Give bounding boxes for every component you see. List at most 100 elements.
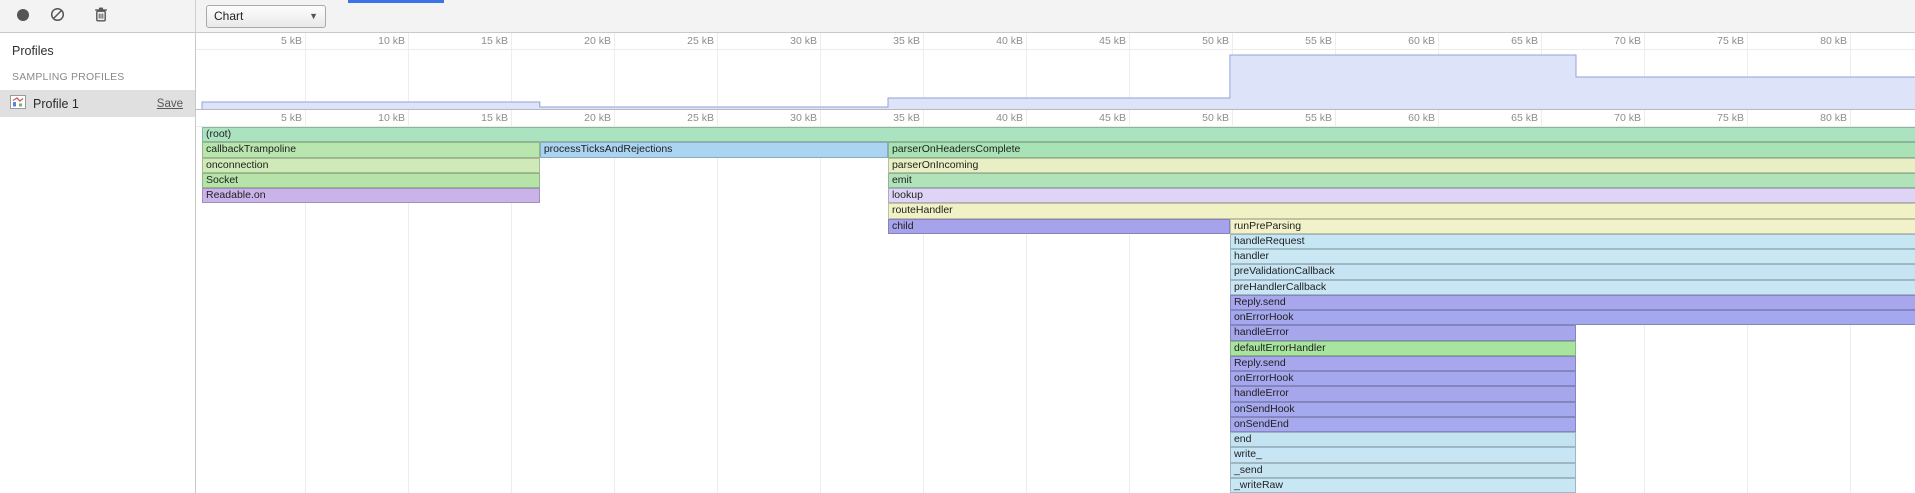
profile-icon bbox=[10, 95, 26, 112]
trash-icon bbox=[94, 7, 108, 25]
grid-line bbox=[305, 110, 306, 126]
ruler-tick-label: 60 kB bbox=[1371, 112, 1435, 124]
ruler-tick-label: 10 kB bbox=[341, 112, 405, 124]
ruler-tick-label: 25 kB bbox=[650, 35, 714, 47]
flame-frame[interactable]: handleError bbox=[1230, 325, 1576, 340]
flame-frame[interactable]: Reply.send bbox=[1230, 356, 1576, 371]
flame-frame[interactable]: routeHandler bbox=[888, 203, 1915, 218]
flame-frame[interactable]: onSendHook bbox=[1230, 402, 1576, 417]
ruler-tick-label: 45 kB bbox=[1062, 35, 1126, 47]
flame-frame[interactable]: processTicksAndRejections bbox=[540, 142, 888, 157]
grid-line bbox=[820, 33, 821, 49]
ruler-tick-label: 75 kB bbox=[1680, 112, 1744, 124]
overview-area-shape bbox=[196, 50, 1915, 110]
grid-line bbox=[1129, 110, 1130, 126]
grid-line bbox=[1438, 33, 1439, 49]
flame-frame[interactable]: onSendEnd bbox=[1230, 417, 1576, 432]
grid-line bbox=[1850, 33, 1851, 49]
grid-line bbox=[717, 127, 718, 493]
ruler-tick-label: 70 kB bbox=[1577, 112, 1641, 124]
flame-frame[interactable]: _send bbox=[1230, 463, 1576, 478]
flame-frame[interactable]: preHandlerCallback bbox=[1230, 280, 1915, 295]
grid-line bbox=[1747, 110, 1748, 126]
save-profile-link[interactable]: Save bbox=[157, 98, 183, 110]
ruler-tick-label: 10 kB bbox=[341, 35, 405, 47]
flame-frame[interactable]: _writeRaw bbox=[1230, 478, 1576, 493]
grid-line bbox=[923, 33, 924, 49]
grid-line bbox=[1438, 110, 1439, 126]
record-button[interactable] bbox=[14, 7, 32, 25]
grid-line bbox=[1129, 33, 1130, 49]
chart-panel: 5 kB 10 kB 15 kB 20 kB 25 kB 30 kB 35 kB 40 kB 4… bbox=[196, 33, 1915, 493]
flame-frame[interactable]: lookup bbox=[888, 188, 1915, 203]
flame-ruler: 5 kB10 kB15 kB20 kB25 kB30 kB35 kB40 kB4… bbox=[196, 110, 1915, 127]
view-mode-select[interactable]: Chart ▼ bbox=[206, 5, 326, 28]
flame-frame[interactable]: handler bbox=[1230, 249, 1915, 264]
flame-frame[interactable]: child bbox=[888, 219, 1230, 234]
memory-overview[interactable] bbox=[196, 50, 1915, 110]
overview-ruler: 5 kB10 kB15 kB20 kB25 kB30 kB35 kB40 kB4… bbox=[196, 33, 1915, 50]
flame-frame[interactable]: parserOnIncoming bbox=[888, 158, 1915, 173]
ruler-tick-label: 15 kB bbox=[444, 35, 508, 47]
grid-line bbox=[1850, 110, 1851, 126]
ruler-tick-label: 40 kB bbox=[959, 112, 1023, 124]
toolbar: Chart ▼ bbox=[0, 0, 1915, 33]
flame-frame[interactable]: write_ bbox=[1230, 447, 1576, 462]
grid-line bbox=[1644, 33, 1645, 49]
profile-name: Profile 1 bbox=[33, 97, 150, 111]
grid-line bbox=[614, 127, 615, 493]
flame-frame[interactable]: Socket bbox=[202, 173, 540, 188]
grid-line bbox=[820, 127, 821, 493]
ruler-tick-label: 20 kB bbox=[547, 35, 611, 47]
grid-line bbox=[717, 33, 718, 49]
grid-line bbox=[1335, 110, 1336, 126]
flame-frame[interactable]: Reply.send bbox=[1230, 295, 1915, 310]
flame-frame[interactable]: onErrorHook bbox=[1230, 310, 1915, 325]
tab-highlight-line bbox=[348, 0, 444, 3]
ruler-tick-label: 15 kB bbox=[444, 112, 508, 124]
flame-frame[interactable]: defaultErrorHandler bbox=[1230, 341, 1576, 356]
ruler-tick-label: 50 kB bbox=[1165, 35, 1229, 47]
flame-frame[interactable]: Readable.on bbox=[202, 188, 540, 203]
ruler-tick-label: 40 kB bbox=[959, 35, 1023, 47]
grid-line bbox=[614, 110, 615, 126]
grid-line bbox=[1541, 33, 1542, 49]
flame-chart[interactable]: (root)callbackTrampolineprocessTicksAndR… bbox=[196, 127, 1915, 493]
flame-frame[interactable]: (root) bbox=[202, 127, 1915, 142]
ruler-tick-label: 70 kB bbox=[1577, 35, 1641, 47]
flame-frame[interactable]: preValidationCallback bbox=[1230, 264, 1915, 279]
flame-frame[interactable]: onErrorHook bbox=[1230, 371, 1576, 386]
flame-frame[interactable]: emit bbox=[888, 173, 1915, 188]
profile-item[interactable]: Profile 1 Save bbox=[0, 90, 195, 117]
ruler-tick-label: 55 kB bbox=[1268, 35, 1332, 47]
flame-frame[interactable]: onconnection bbox=[202, 158, 540, 173]
ruler-tick-label: 55 kB bbox=[1268, 112, 1332, 124]
profiles-sidebar: Profiles SAMPLING PROFILES Profile 1 Sav… bbox=[0, 33, 196, 493]
flame-frame[interactable]: handleRequest bbox=[1230, 234, 1915, 249]
grid-line bbox=[1232, 33, 1233, 49]
ruler-tick-label: 30 kB bbox=[753, 112, 817, 124]
flame-frame[interactable]: handleError bbox=[1230, 386, 1576, 401]
ruler-tick-label: 20 kB bbox=[547, 112, 611, 124]
grid-line bbox=[1232, 110, 1233, 126]
grid-line bbox=[305, 33, 306, 49]
flame-frame[interactable]: runPreParsing bbox=[1230, 219, 1915, 234]
sidebar-title: Profiles bbox=[0, 33, 195, 62]
grid-line bbox=[511, 110, 512, 126]
clear-icon bbox=[50, 7, 65, 25]
ruler-tick-label: 35 kB bbox=[856, 35, 920, 47]
ruler-tick-label: 65 kB bbox=[1474, 35, 1538, 47]
flame-frame[interactable]: callbackTrampoline bbox=[202, 142, 540, 157]
ruler-tick-label: 5 kB bbox=[238, 35, 302, 47]
clear-button[interactable] bbox=[48, 7, 66, 25]
grid-line bbox=[1747, 33, 1748, 49]
flame-frame[interactable]: parserOnHeadersComplete bbox=[888, 142, 1915, 157]
ruler-tick-label: 65 kB bbox=[1474, 112, 1538, 124]
flame-frame[interactable]: end bbox=[1230, 432, 1576, 447]
delete-profile-button[interactable] bbox=[92, 7, 110, 25]
ruler-tick-label: 35 kB bbox=[856, 112, 920, 124]
grid-line bbox=[408, 33, 409, 49]
ruler-tick-label: 60 kB bbox=[1371, 35, 1435, 47]
ruler-tick-label: 5 kB bbox=[238, 112, 302, 124]
chevron-down-icon: ▼ bbox=[309, 11, 318, 21]
